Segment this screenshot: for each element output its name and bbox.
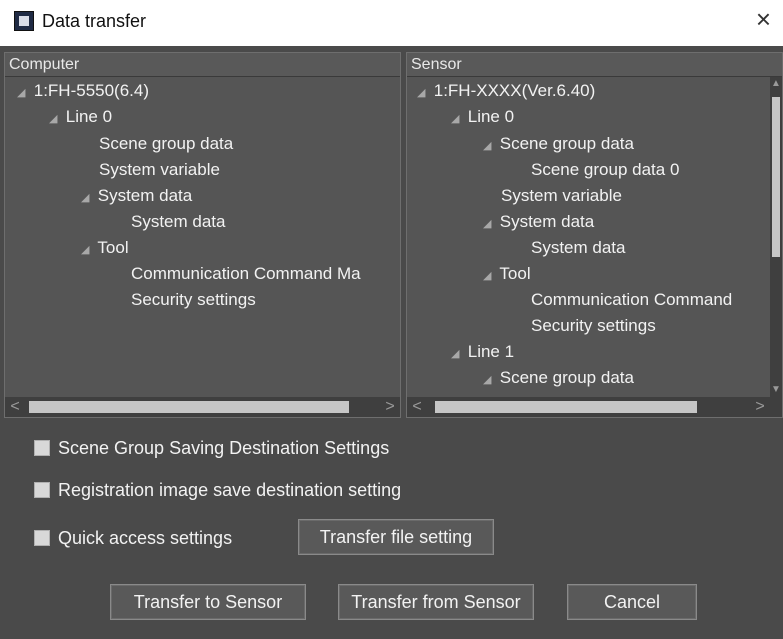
tree-node[interactable]: ◢ Scene group data bbox=[483, 368, 634, 390]
title-bar: Data transfer × bbox=[0, 0, 783, 46]
sensor-tree[interactable]: ◢ 1:FH-XXXX(Ver.6.40) ◢ Line 0 ◢ Scene g… bbox=[407, 81, 770, 397]
expand-icon[interactable]: ◢ bbox=[49, 109, 61, 129]
tree-node[interactable]: ◢ Line 0 bbox=[49, 107, 112, 129]
tree-node[interactable]: Security settings bbox=[131, 290, 256, 310]
expand-icon[interactable]: ◢ bbox=[81, 188, 93, 208]
tree-node[interactable]: ◢ 1:FH-5550(6.4) bbox=[17, 81, 149, 103]
computer-horizontal-scrollbar[interactable]: < > bbox=[5, 397, 400, 417]
close-icon[interactable]: × bbox=[756, 6, 771, 32]
scrollbar-thumb[interactable] bbox=[772, 97, 780, 257]
expand-icon[interactable]: ◢ bbox=[417, 83, 429, 103]
transfer-file-setting-button[interactable]: Transfer file setting bbox=[298, 519, 494, 555]
cancel-button[interactable]: Cancel bbox=[567, 584, 697, 620]
expand-icon[interactable]: ◢ bbox=[483, 370, 495, 390]
registration-image-label: Registration image save destination sett… bbox=[58, 480, 402, 500]
quick-access-checkbox[interactable] bbox=[34, 530, 50, 546]
computer-panel-header: Computer bbox=[5, 53, 400, 77]
scene-group-saving-checkbox[interactable] bbox=[34, 440, 50, 456]
sensor-horizontal-scrollbar[interactable]: < > bbox=[407, 397, 782, 417]
quick-access-label: Quick access settings bbox=[58, 528, 233, 548]
expand-icon[interactable]: ◢ bbox=[17, 83, 29, 103]
tree-node[interactable]: System variable bbox=[501, 186, 622, 206]
expand-icon[interactable]: ◢ bbox=[483, 136, 495, 156]
tree-node[interactable]: Communication Command Ma bbox=[131, 264, 361, 284]
tree-node[interactable]: Scene group data bbox=[99, 134, 233, 154]
scroll-up-icon[interactable]: ▲ bbox=[770, 77, 782, 91]
dialog-body: Computer ◢ 1:FH-5550(6.4) ◢ Line 0 Scene… bbox=[0, 46, 783, 639]
scroll-left-icon[interactable]: < bbox=[5, 397, 25, 417]
scrollbar-thumb[interactable] bbox=[29, 401, 349, 413]
tree-node[interactable]: System data bbox=[131, 212, 226, 232]
tree-node[interactable]: System data bbox=[531, 238, 626, 258]
scrollbar-thumb[interactable] bbox=[435, 401, 697, 413]
expand-icon[interactable]: ◢ bbox=[81, 240, 93, 260]
scroll-right-icon[interactable]: > bbox=[380, 397, 400, 417]
tree-node[interactable]: ◢ Tool bbox=[483, 264, 531, 286]
transfer-to-sensor-button[interactable]: Transfer to Sensor bbox=[110, 584, 306, 620]
computer-panel: Computer ◢ 1:FH-5550(6.4) ◢ Line 0 Scene… bbox=[4, 52, 401, 418]
sensor-vertical-scrollbar[interactable]: ▲ ▼ bbox=[770, 77, 782, 397]
tree-node[interactable]: ◢ Line 1 bbox=[451, 342, 514, 364]
tree-node[interactable]: System variable bbox=[99, 160, 220, 180]
tree-node[interactable]: ◢ System data bbox=[81, 186, 192, 208]
scroll-left-icon[interactable]: < bbox=[407, 397, 427, 417]
computer-tree[interactable]: ◢ 1:FH-5550(6.4) ◢ Line 0 Scene group da… bbox=[5, 81, 400, 397]
app-icon bbox=[14, 11, 34, 31]
tree-node[interactable]: Communication Command bbox=[531, 290, 732, 310]
sensor-panel: Sensor ◢ 1:FH-XXXX(Ver.6.40) ◢ Line 0 ◢ … bbox=[406, 52, 783, 418]
scroll-right-icon[interactable]: > bbox=[750, 397, 770, 417]
transfer-from-sensor-button[interactable]: Transfer from Sensor bbox=[338, 584, 534, 620]
sensor-panel-header: Sensor bbox=[407, 53, 782, 77]
expand-icon[interactable]: ◢ bbox=[483, 266, 495, 286]
expand-icon[interactable]: ◢ bbox=[451, 109, 463, 129]
tree-node[interactable]: ◢ System data bbox=[483, 212, 594, 234]
tree-node[interactable]: ◢ Line 0 bbox=[451, 107, 514, 129]
tree-node[interactable]: ◢ Scene group data bbox=[483, 134, 634, 156]
tree-node[interactable]: Security settings bbox=[531, 316, 656, 336]
scroll-down-icon[interactable]: ▼ bbox=[770, 383, 782, 397]
expand-icon[interactable]: ◢ bbox=[451, 344, 463, 364]
expand-icon[interactable]: ◢ bbox=[483, 214, 495, 234]
tree-node[interactable]: ◢ Tool bbox=[81, 238, 129, 260]
scene-group-saving-label: Scene Group Saving Destination Settings bbox=[58, 438, 390, 458]
tree-node[interactable]: ◢ 1:FH-XXXX(Ver.6.40) bbox=[417, 81, 595, 103]
tree-node[interactable]: Scene group data 0 bbox=[531, 160, 679, 180]
registration-image-checkbox[interactable] bbox=[34, 482, 50, 498]
window-title: Data transfer bbox=[42, 11, 147, 31]
